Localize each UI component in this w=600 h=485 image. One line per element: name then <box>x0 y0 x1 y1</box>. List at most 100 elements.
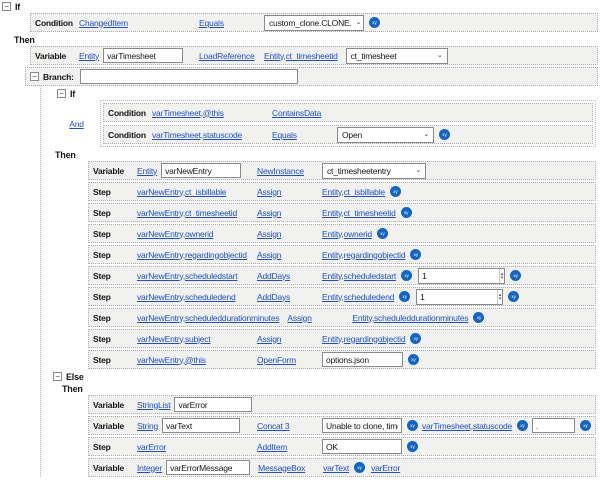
condition-row: Condition varTimesheet,statuscode Equals… <box>103 125 593 144</box>
info-badge-icon[interactable]: xy <box>407 420 418 431</box>
target-field-link[interactable]: Entity,scheduledstart <box>322 271 396 281</box>
and-operator-link[interactable]: And <box>69 119 84 129</box>
variable-type-link[interactable]: StringList <box>137 400 170 410</box>
info-badge-icon[interactable]: xy <box>407 441 418 452</box>
entity-select[interactable]: ct_timesheetentry ⌄ <box>322 163 426 179</box>
step-field-link[interactable]: varNewEntry,ownerid <box>137 229 213 239</box>
concat-arg2-link[interactable]: varTimesheet,statuscode <box>422 421 512 431</box>
messagebox-arg1-link[interactable]: varText <box>323 463 349 473</box>
operation-link[interactable]: Assign <box>257 250 281 260</box>
info-badge-icon[interactable]: xy <box>369 17 380 28</box>
info-badge-icon[interactable]: xy <box>473 312 484 323</box>
condition-row: Condition ChangedItem Equals custom_clon… <box>30 13 598 32</box>
step-field-link[interactable]: varNewEntry,scheduledstart <box>137 271 237 281</box>
variable-type-link[interactable]: Entity <box>137 166 157 176</box>
condition-field-link[interactable]: ChangedItem <box>79 18 128 28</box>
row-type-label: Step <box>93 271 137 281</box>
stepper-buttons[interactable]: ▴ ▾ <box>499 269 504 283</box>
step-field-link[interactable]: varNewEntry,scheduleddurationminutes <box>137 313 279 323</box>
variable-type-link[interactable]: Integer <box>137 463 162 473</box>
concat-arg1-input[interactable] <box>322 418 402 433</box>
target-field-link[interactable]: Entity,scheduledend <box>322 292 394 302</box>
target-field-link[interactable]: Entity,ownerid <box>322 229 372 239</box>
info-badge-icon[interactable]: xy <box>408 354 419 365</box>
condition-field-link[interactable]: varTimesheet,statuscode <box>152 130 242 140</box>
operation-link[interactable]: Assign <box>257 208 281 218</box>
info-badge-icon[interactable]: xy <box>510 270 521 281</box>
spinner-down-icon[interactable]: ▾ <box>499 297 501 301</box>
additem-value-input[interactable] <box>322 439 402 454</box>
spinner-down-icon[interactable]: ▾ <box>501 276 503 280</box>
entity-select[interactable]: ct_timesheet ⌄ <box>346 48 448 64</box>
variable-type-link[interactable]: String <box>137 421 158 431</box>
days-stepper[interactable]: 1 ▴ ▾ <box>416 289 503 305</box>
operation-link[interactable]: Assign <box>257 187 281 197</box>
operation-link[interactable]: Assign <box>257 229 281 239</box>
variable-type-link[interactable]: Entity <box>79 51 99 61</box>
condition-operator-link[interactable]: Equals <box>199 18 224 28</box>
operation-link[interactable]: OpenForm <box>257 355 296 365</box>
step-field-link[interactable]: varNewEntry,ct_timesheetid <box>137 208 237 218</box>
operation-link[interactable]: MessageBox <box>258 463 305 473</box>
info-badge-icon[interactable]: xy <box>517 420 528 431</box>
target-field-link[interactable]: Entity,regardingobjectid <box>322 250 405 260</box>
info-badge-icon[interactable]: xy <box>354 462 365 473</box>
variable-name-input[interactable] <box>174 397 252 412</box>
condition-operator-link[interactable]: ContainsData <box>272 108 321 118</box>
variable-name-input[interactable] <box>103 48 183 63</box>
row-type-label: Variable <box>93 463 137 473</box>
row-type-label: Step <box>93 187 137 197</box>
info-badge-icon[interactable]: xy <box>410 333 421 344</box>
selected-value: ct_timesheet <box>351 51 397 61</box>
collapse-icon[interactable]: − <box>57 89 66 98</box>
target-field-link[interactable]: Entity,scheduleddurationminutes <box>352 313 468 323</box>
operation-link[interactable]: Assign <box>287 313 311 323</box>
info-badge-icon[interactable]: xy <box>401 270 412 281</box>
days-stepper[interactable]: 1 ▴ ▾ <box>418 268 505 284</box>
operation-link[interactable]: AddItem <box>257 442 287 452</box>
collapse-icon[interactable]: − <box>30 72 39 81</box>
step-field-link[interactable]: varNewEntry,subject <box>137 334 211 344</box>
step-field-link[interactable]: varNewEntry,@this <box>137 355 206 365</box>
step-field-link[interactable]: varNewEntry,regardingobjectid <box>137 250 247 260</box>
branch-body: − If And Condition varTimesheet,@this Co… <box>40 86 598 477</box>
concat-arg3-input[interactable] <box>532 418 575 433</box>
variable-name-input[interactable] <box>166 460 250 475</box>
row-type-label: Step <box>93 313 137 323</box>
info-badge-icon[interactable]: xy <box>580 420 591 431</box>
step-field-link[interactable]: varNewEntry,scheduledend <box>137 292 236 302</box>
step-field-link[interactable]: varNewEntry,ct_isbillable <box>137 187 226 197</box>
operation-link[interactable]: Assign <box>257 334 281 344</box>
target-field-link[interactable]: Entity,ct_isbillable <box>322 187 385 197</box>
messagebox-arg2-link[interactable]: varError <box>371 463 400 473</box>
collapse-icon[interactable]: − <box>2 2 11 11</box>
collapse-icon[interactable]: − <box>53 372 62 381</box>
info-badge-icon[interactable]: xy <box>439 129 450 140</box>
info-badge-icon[interactable]: xy <box>399 291 410 302</box>
selected-value: Open <box>342 130 362 140</box>
condition-operator-link[interactable]: Equals <box>272 130 297 140</box>
condition-value-select[interactable]: Open ⌄ <box>337 127 434 143</box>
target-field-link[interactable]: Entity,regardingobjectid <box>322 334 405 344</box>
variable-name-input[interactable] <box>161 163 241 178</box>
step-field-link[interactable]: varError <box>137 442 166 452</box>
operation-link[interactable]: Concat 3 <box>257 421 289 431</box>
stepper-buttons[interactable]: ▴ ▾ <box>497 290 502 304</box>
operation-link[interactable]: AddDays <box>257 271 290 281</box>
info-badge-icon[interactable]: xy <box>377 228 388 239</box>
form-options-input[interactable] <box>322 352 403 367</box>
operation-link[interactable]: LoadReference <box>199 51 255 61</box>
branch-name-input[interactable] <box>80 69 298 84</box>
operation-link[interactable]: NewInstance <box>257 166 304 176</box>
target-field-link[interactable]: Entity,ct_timesheetid <box>322 208 396 218</box>
variable-name-input[interactable] <box>162 418 240 433</box>
info-badge-icon[interactable]: xy <box>390 186 401 197</box>
info-badge-icon[interactable]: xy <box>410 249 421 260</box>
variable-row: Variable StringList <box>88 395 596 414</box>
operation-link[interactable]: AddDays <box>257 292 290 302</box>
condition-field-link[interactable]: varTimesheet,@this <box>152 108 224 118</box>
condition-value-select[interactable]: custom_clone.CLONE. ⌄ <box>264 15 364 31</box>
source-field-link[interactable]: Entity,ct_timesheetid <box>264 51 338 61</box>
info-badge-icon[interactable]: xy <box>401 207 412 218</box>
info-badge-icon[interactable]: xy <box>508 291 519 302</box>
